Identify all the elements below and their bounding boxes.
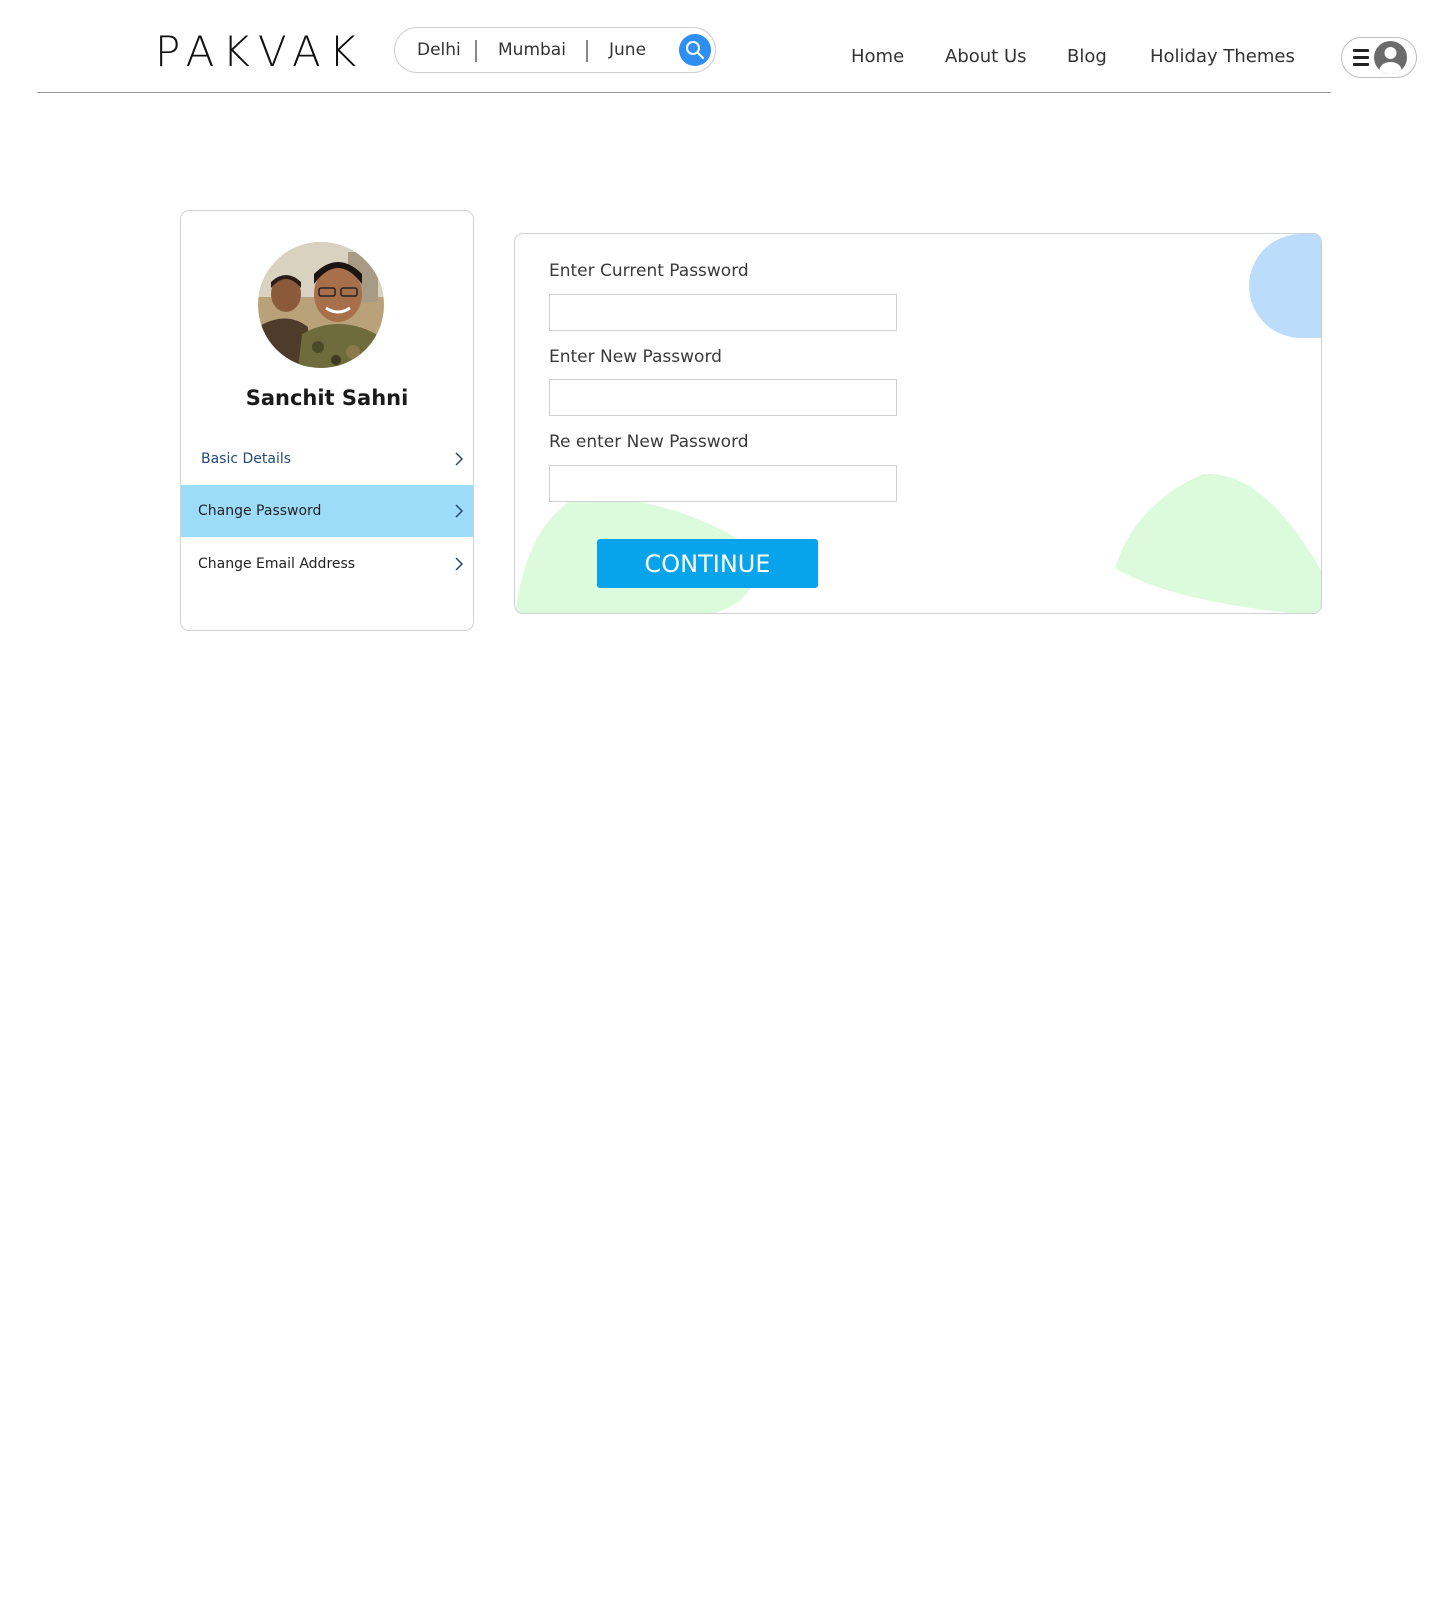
search-bar[interactable]: Delhi Mumbai June <box>394 27 716 73</box>
profile-name: Sanchit Sahni <box>245 386 409 410</box>
menu-change-password[interactable]: Change Password <box>181 485 473 537</box>
chevron-right-icon <box>445 451 473 467</box>
search-month[interactable]: June <box>609 28 646 74</box>
profile-sidebar: Sanchit Sahni Basic Details Change Passw… <box>180 210 474 631</box>
menu-change-email[interactable]: Change Email Address <box>181 538 473 590</box>
header-divider <box>37 92 1331 93</box>
search-icon <box>686 41 705 60</box>
user-avatar-icon <box>1374 41 1407 74</box>
nav-holiday-themes-link[interactable]: Holiday Themes <box>1150 46 1295 67</box>
decorative-blob-blue <box>1249 234 1321 338</box>
search-from-city[interactable]: Delhi <box>417 28 461 74</box>
logo[interactable]: PAKVAK <box>155 30 364 74</box>
nav-about-link[interactable]: About Us <box>945 46 1027 67</box>
search-divider <box>475 40 477 62</box>
search-divider <box>586 40 588 62</box>
chevron-right-icon <box>445 503 473 519</box>
profile-photo <box>258 242 384 368</box>
search-to-city[interactable]: Mumbai <box>498 28 566 74</box>
continue-button[interactable]: CONTINUE <box>597 539 818 588</box>
nav-home-link[interactable]: Home <box>851 46 904 67</box>
search-button[interactable] <box>679 34 711 66</box>
menu-change-email-label: Change Email Address <box>198 556 356 572</box>
reenter-password-input[interactable] <box>549 465 897 502</box>
menu-basic-details-label: Basic Details <box>201 451 292 467</box>
user-menu-button[interactable] <box>1341 37 1417 78</box>
new-password-input[interactable] <box>549 379 897 416</box>
logo-text: PAKVAK <box>155 27 365 76</box>
hamburger-icon <box>1353 49 1369 66</box>
menu-basic-details[interactable]: Basic Details <box>181 433 473 485</box>
change-password-form: Enter Current Password Enter New Passwor… <box>514 233 1322 614</box>
chevron-right-icon <box>445 556 473 572</box>
new-password-label: Enter New Password <box>549 347 722 367</box>
current-password-label: Enter Current Password <box>549 261 749 281</box>
decorative-blob-green <box>1115 474 1321 613</box>
menu-change-password-label: Change Password <box>198 503 322 519</box>
current-password-input[interactable] <box>549 294 897 331</box>
nav-blog-link[interactable]: Blog <box>1067 46 1107 67</box>
reenter-password-label: Re enter New Password <box>549 432 749 452</box>
